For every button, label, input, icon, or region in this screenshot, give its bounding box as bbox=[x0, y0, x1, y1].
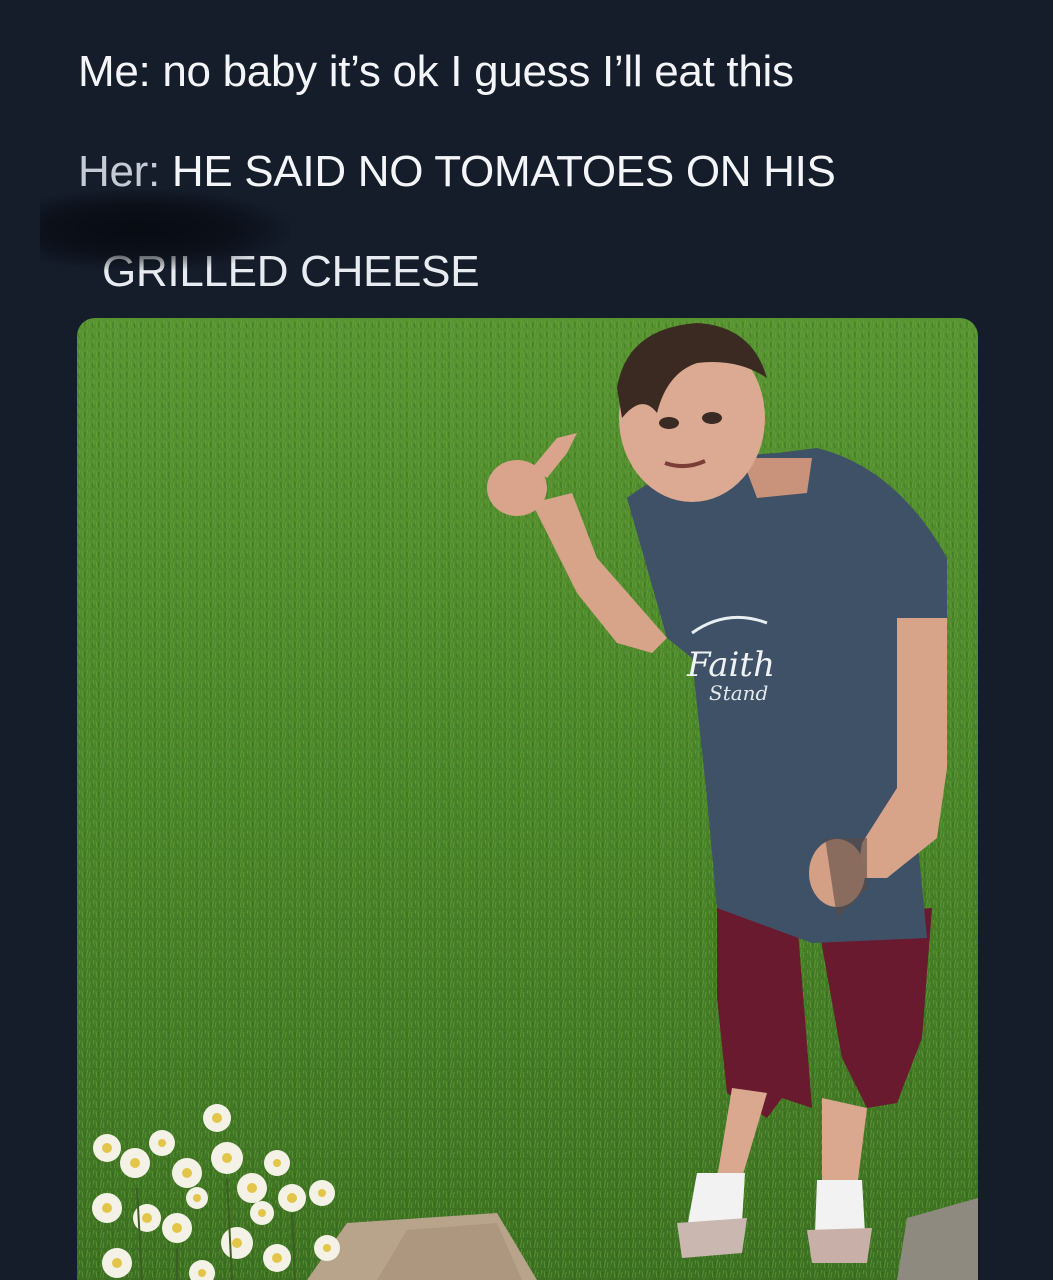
meme-post: Me: no baby it’s ok I guess I’ll eat thi… bbox=[0, 0, 1053, 1280]
photo-illustration: Faith Stand bbox=[77, 318, 978, 1280]
tweet-line-her: Her: HE SAID NO TOMATOES ON HIS bbox=[78, 122, 1018, 222]
tweet-line-me: Me: no baby it’s ok I guess I’ll eat thi… bbox=[78, 22, 1018, 122]
tweet-line-her-text: HE SAID NO TOMATOES ON HIS bbox=[159, 147, 836, 196]
tweet-line-grilled-cheese-text: GRILLED CHEESE bbox=[102, 247, 480, 296]
meme-photo: Faith Stand bbox=[77, 318, 978, 1280]
tweet-line-grilled-cheese: GRILLED CHEESE bbox=[78, 222, 1018, 322]
shirt-text-faith: Faith bbox=[686, 645, 775, 685]
tweet-line-her-prefix: Her: bbox=[78, 147, 160, 196]
tweet-line-me-text: Me: no baby it’s ok I guess I’ll eat thi… bbox=[78, 47, 794, 96]
shirt-text-stand: Stand bbox=[709, 681, 768, 705]
tweet-text: Me: no baby it’s ok I guess I’ll eat thi… bbox=[78, 22, 1018, 322]
